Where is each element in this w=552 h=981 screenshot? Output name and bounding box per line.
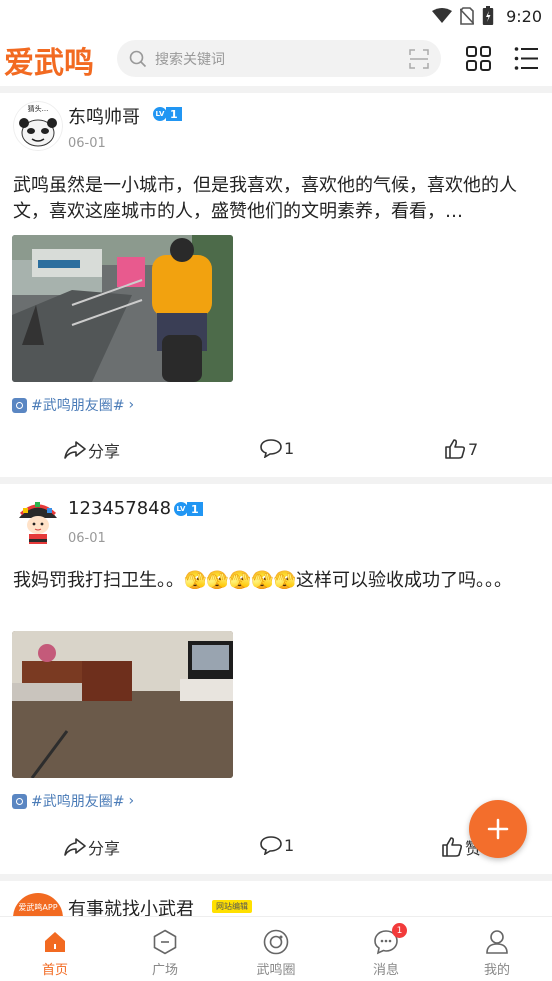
- nav-square[interactable]: 广场: [110, 917, 220, 981]
- comment-button[interactable]: 1: [260, 835, 294, 855]
- thumbs-up-icon: [445, 439, 466, 459]
- scan-icon[interactable]: [409, 49, 429, 69]
- post-actions: 分享 1 赞: [0, 835, 552, 865]
- editor-badge: 网站编辑: [212, 900, 252, 913]
- comment-icon: [260, 439, 282, 458]
- bottom-nav: 首页 广场 武鸣圈 1 消息 我的: [0, 916, 552, 981]
- topic-icon: [12, 397, 27, 413]
- like-button[interactable]: 7: [444, 438, 478, 460]
- unread-badge: 1: [392, 923, 407, 938]
- username[interactable]: 123457848: [68, 498, 171, 519]
- ethnic-girl-avatar: [13, 496, 63, 546]
- chevron-right-icon: ›: [128, 397, 135, 413]
- level-badge: LV 1: [152, 106, 182, 122]
- divider: [0, 874, 552, 881]
- home-icon: [45, 932, 65, 952]
- topic-tag[interactable]: #武鸣朋友圈# ›: [12, 791, 134, 811]
- app-screen: 9:20 爱武鸣 搜索关键词 猜头... 东鸣帅哥 LV 1 06-01 武鸣虽…: [0, 0, 552, 981]
- topic-tag-label: #武鸣朋友圈#: [31, 398, 125, 414]
- share-icon: [64, 838, 86, 856]
- like-count: 7: [468, 439, 479, 459]
- search-icon: [129, 50, 147, 67]
- comment-icon: [260, 836, 282, 855]
- grid-icon[interactable]: [466, 46, 491, 71]
- topic-tag[interactable]: #武鸣朋友圈# ›: [12, 395, 134, 415]
- username[interactable]: 东鸣帅哥: [68, 103, 140, 129]
- level-number: 1: [166, 107, 182, 121]
- thumbs-up-icon: [442, 837, 463, 857]
- avatar-caption: 爱武鸣APP: [18, 903, 58, 912]
- divider: [0, 86, 552, 93]
- no-sim-icon: [460, 7, 475, 25]
- post-date: 06-01: [68, 136, 106, 151]
- chevron-right-icon: ›: [128, 793, 135, 809]
- comment-count: 1: [284, 835, 295, 855]
- create-post-button[interactable]: [469, 800, 527, 858]
- street-scooter-photo: [12, 235, 233, 382]
- post-card[interactable]: 爱武鸣APP 有事就找小武君 网站编辑: [0, 881, 552, 916]
- share-button[interactable]: 分享: [64, 438, 120, 462]
- post-date: 06-01: [68, 531, 106, 546]
- search-bar[interactable]: 搜索关键词: [117, 40, 441, 77]
- post-image[interactable]: [12, 631, 233, 778]
- level-badge: LV 1: [173, 501, 203, 517]
- post-card[interactable]: 猜头... 东鸣帅哥 LV 1 06-01 武鸣虽然是一小城市，但是我喜欢，喜欢…: [0, 93, 552, 477]
- level-number: 1: [187, 502, 203, 516]
- nav-label: 消息: [372, 963, 399, 978]
- share-button[interactable]: 分享: [64, 835, 120, 859]
- battery-icon: [482, 6, 494, 25]
- status-time: 9:20: [506, 6, 542, 26]
- post-image[interactable]: [12, 235, 233, 382]
- nav-label: 我的: [483, 963, 510, 978]
- comment-count: 1: [284, 438, 295, 458]
- divider: [0, 477, 552, 484]
- nav-label: 广场: [151, 963, 178, 978]
- plus-icon: [487, 818, 509, 840]
- square-icon: [153, 929, 177, 955]
- nav-label: 武鸣圈: [256, 963, 296, 978]
- avatar[interactable]: 爱武鸣APP: [13, 893, 63, 916]
- topic-icon: [12, 793, 27, 809]
- nav-messages[interactable]: 1 消息: [331, 917, 441, 981]
- search-placeholder: 搜索关键词: [155, 51, 225, 68]
- living-room-photo: [12, 631, 233, 778]
- profile-icon: [486, 930, 508, 954]
- nav-circle[interactable]: 武鸣圈: [221, 917, 331, 981]
- status-bar: 9:20: [0, 0, 552, 32]
- avatar[interactable]: 猜头...: [13, 101, 63, 151]
- post-card[interactable]: 123457848 LV 1 06-01 我妈罚我打扫卫生。。🫣🫣🫣🫣🫣这样可以…: [0, 484, 552, 874]
- post-text[interactable]: 武鸣虽然是一小城市，但是我喜欢，喜欢他的气候，喜欢他的人文，喜欢这座城市的人，盛…: [13, 173, 541, 225]
- wifi-icon: [432, 8, 453, 23]
- avatar[interactable]: [13, 496, 63, 546]
- post-text[interactable]: 我妈罚我打扫卫生。。🫣🫣🫣🫣🫣这样可以验收成功了吗。。。: [13, 568, 541, 594]
- post-actions: 分享 1 7: [0, 438, 552, 468]
- app-logo: 爱武鸣: [4, 46, 94, 81]
- list-menu-icon[interactable]: [514, 46, 539, 71]
- avatar-caption: 猜头...: [28, 104, 49, 113]
- circle-icon: [263, 929, 289, 955]
- share-icon: [64, 441, 86, 459]
- share-label: 分享: [88, 839, 121, 858]
- nav-home[interactable]: 首页: [0, 917, 110, 981]
- share-label: 分享: [88, 442, 121, 461]
- topic-tag-label: #武鸣朋友圈#: [31, 794, 125, 810]
- panda-meme-avatar: 猜头...: [13, 101, 63, 151]
- top-header: 爱武鸣 搜索关键词: [0, 36, 552, 82]
- nav-label: 首页: [41, 963, 68, 978]
- username[interactable]: 有事就找小武君: [68, 895, 194, 916]
- nav-profile[interactable]: 我的: [442, 917, 552, 981]
- comment-button[interactable]: 1: [260, 438, 294, 458]
